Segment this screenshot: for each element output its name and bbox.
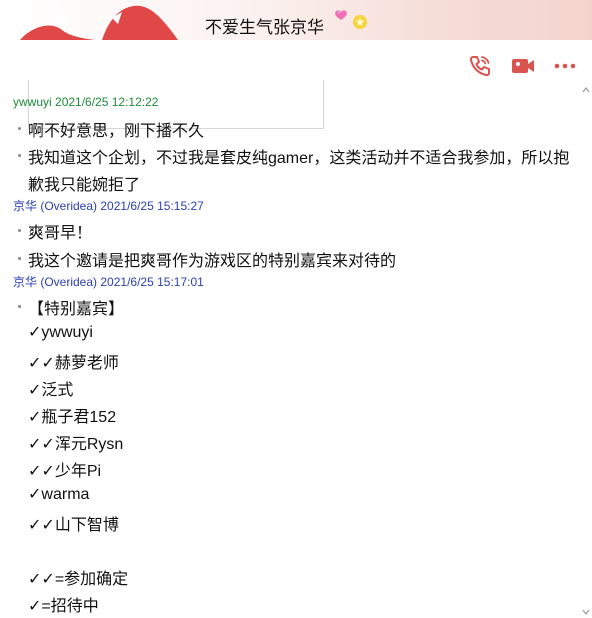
message-bullet xyxy=(18,257,21,260)
header-decoration-image xyxy=(20,5,178,40)
pink-sparkle-heart-icon xyxy=(335,10,347,20)
message-text: 我这个邀请是把爽哥作为游戏区的特别嘉宾来对待的 xyxy=(28,253,397,270)
legend-line: ✓✓=参加确定 xyxy=(28,571,129,588)
guest-list-item: ✓泛式 xyxy=(28,382,74,399)
message-time: 2021/6/25 15:17:01 xyxy=(100,275,204,289)
chat-scrollbar[interactable] xyxy=(580,80,592,618)
message-text: 啊不好意思，刚下播不久 xyxy=(28,123,205,140)
star-badge-icon xyxy=(353,15,367,29)
video-camera-icon[interactable] xyxy=(510,53,536,79)
guest-list-item: ✓ywwuyi xyxy=(28,324,93,341)
sender-name: ywwuyi xyxy=(13,95,52,109)
contact-name: 不爱生气张京华 xyxy=(205,18,324,37)
message-time: 2021/6/25 15:15:27 xyxy=(100,199,204,213)
guest-list-item: ✓warma xyxy=(28,486,90,503)
message-meta: 京华 (Overidea) 2021/6/25 15:17:01 xyxy=(13,273,204,290)
message-text: 歉我只能婉拒了 xyxy=(28,177,141,194)
phone-icon[interactable] xyxy=(467,53,493,79)
message-meta: ywwuyi 2021/6/25 12:12:22 xyxy=(13,95,158,109)
message-bullet xyxy=(18,229,21,232)
guest-list-item: ✓✓赫萝老师 xyxy=(28,355,119,372)
scroll-up-arrow-icon[interactable] xyxy=(582,86,590,94)
more-dots-icon[interactable] xyxy=(553,53,579,79)
guest-list-item: ✓✓山下智博 xyxy=(28,517,119,534)
sender-name: 京华 (Overidea) xyxy=(13,275,98,289)
message-bullet xyxy=(18,127,21,130)
guest-list-item: ✓✓少年Pi xyxy=(28,463,102,480)
chat-header: 不爱生气张京华 xyxy=(0,0,592,40)
scroll-down-arrow-icon[interactable] xyxy=(582,608,590,616)
message-text: 爽哥早！ xyxy=(28,225,93,242)
chat-toolbar xyxy=(0,40,592,129)
message-text: 我知道这个企划，不过我是套皮纯gamer，这类活动并不适合我参加，所以抱 xyxy=(28,150,570,167)
message-list: ywwuyi 2021/6/25 12:12:22 啊不好意思，刚下播不久 我知… xyxy=(0,90,580,618)
message-bullet xyxy=(18,305,21,308)
message-time: 2021/6/25 12:12:22 xyxy=(55,95,159,109)
legend-line: ✓=招待中 xyxy=(28,598,99,615)
guest-list-item: ✓✓浑元Rysn xyxy=(28,436,124,453)
message-bullet xyxy=(18,154,21,157)
message-text: 【特别嘉宾】 xyxy=(28,301,125,318)
sender-name: 京华 (Overidea) xyxy=(13,199,98,213)
message-meta: 京华 (Overidea) 2021/6/25 15:15:27 xyxy=(13,197,204,214)
guest-list-item: ✓瓶子君152 xyxy=(28,409,117,426)
